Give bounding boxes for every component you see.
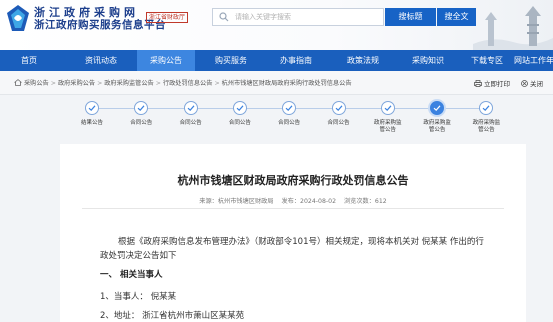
article-paragraph: 根据《政府采购信息发布管理办法》（财政部令101号）相关规定，现将本机关对 倪某…	[100, 237, 484, 261]
search-input[interactable]	[235, 10, 381, 24]
step-check-icon	[430, 101, 445, 115]
breadcrumb-bar: 采购公告 > 政府采购公告 > 政府采购监管公告 > 行政处罚信息公告 > 杭州市钱塘区财政局政…	[0, 71, 553, 95]
process-steps: 结果公告 合同公告 合同公告 合同公告 合同公告 合同公告 政府采购监 管公告 政府采购监 管公告…	[0, 96, 553, 140]
article-meta: 来源：杭州市钱塘区财政局 发布：2024-08-02 浏览次数：612	[60, 196, 526, 205]
process-step[interactable]: 政府采购监 管公告	[464, 101, 508, 134]
process-step[interactable]: 合同公告	[317, 101, 361, 127]
step-label: 合同公告	[130, 120, 153, 126]
process-step[interactable]: 结果公告	[70, 101, 114, 127]
breadcrumb-current: 杭州市钱塘区财政局政府采购行政处罚信息公告	[221, 80, 352, 87]
article-views: 浏览次数：612	[343, 198, 387, 205]
breadcrumb: 采购公告 > 政府采购公告 > 政府采购监管公告 > 行政处罚信息公告 > 杭州市钱塘区财政局政…	[14, 78, 352, 87]
step-label: 合同公告	[327, 120, 350, 126]
site-logo-icon[interactable]	[5, 4, 31, 34]
step-label: 合同公告	[179, 120, 202, 126]
nav-item-guide[interactable]: 办事指南	[267, 50, 325, 71]
step-label: 结果公告	[80, 120, 103, 126]
breadcrumb-link[interactable]: 行政处罚信息公告	[163, 80, 213, 87]
article-source: 来源：杭州市钱塘区财政局	[199, 198, 274, 205]
print-button[interactable]: 立即打印	[474, 78, 510, 88]
breadcrumb-link[interactable]: 采购公告	[24, 80, 49, 87]
search-box	[212, 8, 384, 26]
nav-item-annual-report[interactable]: 网站工作年	[514, 50, 553, 71]
step-label: 政府采购监 管公告	[423, 120, 451, 133]
process-step[interactable]: 政府采购监 管公告	[415, 101, 459, 134]
step-label: 合同公告	[228, 120, 251, 126]
breadcrumb-link[interactable]: 政府采购监管公告	[104, 80, 154, 87]
home-icon[interactable]	[14, 79, 22, 86]
close-button[interactable]: 关闭	[521, 78, 543, 88]
nav-item-news[interactable]: 资讯动态	[72, 50, 130, 71]
step-check-icon	[232, 101, 247, 115]
step-label: 政府采购监 管公告	[374, 120, 402, 133]
step-check-icon	[183, 101, 198, 115]
nav-item-downloads[interactable]: 下载专区	[462, 50, 512, 71]
step-label: 合同公告	[278, 120, 301, 126]
step-check-icon	[282, 101, 297, 115]
print-icon	[474, 80, 482, 87]
search-fulltext-button[interactable]: 搜全文	[437, 8, 476, 26]
process-step[interactable]: 合同公告	[119, 101, 163, 127]
search-title-button[interactable]: 搜标题	[385, 8, 436, 26]
step-check-icon	[331, 101, 346, 115]
process-step[interactable]: 合同公告	[218, 101, 262, 127]
party-name: 1、当事人： 倪某某	[100, 292, 177, 302]
party-address: 2、地址： 浙江省杭州市萧山区某某苑	[100, 311, 245, 321]
org-tag: 浙江省财政厅	[146, 12, 189, 23]
article-panel: 杭州市钱塘区财政局政府采购行政处罚信息公告 来源：杭州市钱塘区财政局 发布：20…	[60, 144, 526, 322]
nav-item-policies[interactable]: 政策法规	[334, 50, 392, 71]
step-check-icon	[134, 101, 149, 115]
process-step[interactable]: 合同公告	[169, 101, 213, 127]
step-check-icon	[85, 101, 99, 115]
step-check-icon	[380, 101, 395, 115]
process-step[interactable]: 政府采购监 管公告	[366, 101, 410, 134]
close-label: 关闭	[530, 80, 543, 88]
article-title: 杭州市钱塘区财政局政府采购行政处罚信息公告	[177, 174, 409, 187]
nav-item-procurement-notices[interactable]: 采购公告	[137, 50, 195, 71]
nav-item-purchase-services[interactable]: 购买服务	[202, 50, 260, 71]
step-check-icon	[479, 101, 494, 115]
section-heading: 一、 相关当事人	[100, 270, 163, 280]
article-date: 发布：2024-08-02	[281, 198, 337, 205]
nav-item-knowledge[interactable]: 采购知识	[399, 50, 457, 71]
breadcrumb-link[interactable]: 政府采购公告	[58, 80, 95, 87]
divider	[82, 208, 504, 209]
step-label: 政府采购监 管公告	[472, 120, 501, 133]
close-icon	[521, 80, 528, 87]
process-step[interactable]: 合同公告	[267, 101, 311, 127]
search-icon	[219, 12, 229, 22]
nav-item-home[interactable]: 首页	[4, 50, 54, 71]
pagoda-decoration-icon	[473, 6, 553, 50]
print-label: 立即打印	[484, 80, 510, 88]
site-header: 浙江政府采购网 浙江政府购买服务信息平台 浙江省财政厅 搜标题 搜全文	[0, 0, 553, 50]
main-nav: 首页 资讯动态 采购公告 购买服务 办事指南 政策法规 采购知识 下载专区 网站…	[0, 50, 553, 71]
